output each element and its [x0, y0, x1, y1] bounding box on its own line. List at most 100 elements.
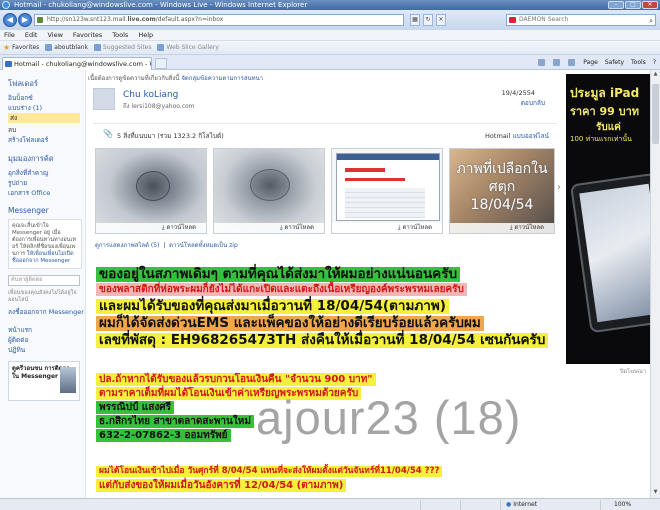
menu-tools[interactable]: Tools [112, 30, 128, 40]
security-zone[interactable]: Internet [506, 499, 537, 510]
compatibility-icon[interactable]: ▦ [410, 14, 420, 26]
help-icon[interactable]: ? [653, 57, 656, 68]
star-icon: ★ [3, 43, 11, 52]
message-date: 19/4/2554 [501, 89, 535, 97]
menu-bar: File Edit View Favorites Tools Help [0, 30, 660, 41]
forward-button[interactable]: ▶ [18, 13, 32, 27]
download-all-link[interactable]: ดาวน์โหลดทั้งหมดเป็น zip [169, 242, 238, 249]
favorite-suggested-sites[interactable]: Suggested Sites [94, 44, 151, 51]
watermark: ajour23 (18) [256, 391, 522, 444]
reply-button[interactable]: ตอบกลับ [521, 98, 545, 108]
promo-image [60, 367, 76, 393]
messenger-promo[interactable]: ดูครีวอนขน การติดตาใน Messenger [8, 361, 80, 401]
hotmail-icon [5, 61, 12, 67]
quick-view-office[interactable]: เอกสาร Office [8, 188, 85, 198]
favorite-aboutblank[interactable]: aboutblank [45, 44, 88, 51]
download-link[interactable]: ดาวน์โหลด [332, 223, 442, 233]
maximize-button[interactable]: □ [625, 1, 641, 9]
page-icon [157, 44, 165, 51]
status-bar: Internet 100% [0, 498, 660, 510]
menu-view[interactable]: View [47, 30, 62, 40]
quick-view-flagged[interactable]: อุกสิ่งที่สำคาญ [8, 168, 85, 178]
ad-line: ราคา 99 บาท [570, 105, 639, 118]
nav-contacts[interactable]: ผู้ติดต่อ [8, 335, 85, 345]
ad-line: ประมูล iPad [570, 86, 640, 100]
window-title-bar: Hotmail - chukoliang@windowslive.com - W… [0, 0, 660, 10]
folder-sent[interactable]: ส่ง [8, 113, 80, 123]
body-line: ปล.ถ้าหากได้รับของแล้วรบกวนโอนเงินคืน "จ… [96, 373, 376, 386]
attachment-thumb-4[interactable]: ภาพที่เปลือกใน ศตุก 18/04/54 ดาวน์โหลด [449, 148, 555, 234]
nav-calendar[interactable]: ปฏิทิน [8, 345, 85, 355]
vertical-scrollbar[interactable]: ▲ ▼ [650, 70, 660, 498]
recipient: ถึง lersi108@yahoo.com [123, 103, 195, 110]
tools-menu[interactable]: Tools [631, 57, 646, 68]
address-input[interactable]: http://sn123w.snt123.mail.live.com/defau… [34, 14, 404, 26]
conversation-notice: เนื้อต้องการดูข้อความที่เกี่ยวกับสิ่งนี้… [88, 75, 264, 82]
body-line: และผมได้รับของที่คุณส่งมาเมื่อวานที่ 18/… [96, 299, 449, 314]
zoom-level[interactable]: 100% [614, 499, 631, 510]
messenger-heading[interactable]: Messenger [8, 206, 85, 215]
safety-menu[interactable]: Safety [605, 57, 624, 68]
back-button[interactable]: ◀ [3, 13, 17, 27]
body-line: ของพลาสติกที่ห่อพระผมก็ยังไม่ได้แกะเปิดแ… [96, 283, 467, 296]
messenger-link[interactable]: ให้เพื่อนเพื่อนไม่เปิด [27, 251, 74, 257]
ad-line: รับแค่ [596, 122, 621, 133]
scroll-up-icon[interactable]: ▲ [652, 71, 659, 79]
contacts-note: เพื่อนของคุณยังคงไม่ได้อยู่ใจออนไลน์ [8, 290, 77, 303]
download-link[interactable]: ดาวน์โหลด [450, 223, 554, 233]
tab-hotmail[interactable]: Hotmail - chukoliang@windowslive.com - W… [2, 57, 152, 70]
menu-edit[interactable]: Edit [25, 30, 38, 40]
page-icon [45, 44, 53, 51]
page-menu[interactable]: Page [583, 57, 598, 68]
quick-view-photos[interactable]: รูปถ่าย [8, 178, 85, 188]
attachment-thumb-2[interactable]: ดาวน์โหลด [213, 148, 325, 234]
offline-link[interactable]: แบบออฟไลน์ [512, 132, 549, 140]
stop-icon[interactable]: ✕ [436, 14, 446, 26]
search-icon[interactable]: ⌕ [649, 16, 653, 26]
scroll-down-icon[interactable]: ▼ [652, 489, 659, 497]
new-folder-link[interactable]: สร้างโฟลเดอร์ [8, 135, 85, 145]
favorites-bar: ★ Favorites aboutblank Suggested Sites We… [0, 41, 660, 55]
search-provider-icon [509, 17, 516, 23]
group-by-conversation-link[interactable]: จัดกลุ่มข้อความตามการสนทนา [181, 75, 263, 82]
body-line: เลขที่พัสดุ : EH968265473TH ส่งคืนให้เมื… [96, 333, 549, 348]
favorites-button[interactable]: ★ Favorites [3, 43, 39, 52]
ad-close-link[interactable]: ปิดโฆษณา [620, 368, 646, 376]
body-line: ธ.กสิกรไทย สาขาตลาดสะพานใหม่ [96, 415, 254, 428]
body-line: แต่กับส่งของให้ผมเมื่อวันอังคารที่ 12/04… [96, 479, 347, 492]
menu-favorites[interactable]: Favorites [73, 30, 102, 40]
attachment-thumbnails: ดาวน์โหลด ดาวน์โหลด ดาวน์โหลด ภาพที่เปลื… [95, 148, 561, 234]
attachment-thumb-1[interactable]: ดาวน์โหลด [95, 148, 207, 234]
folders-heading[interactable]: โฟลเดอร์ [8, 78, 85, 90]
ie-icon [2, 1, 10, 9]
folder-deleted[interactable]: ลบ [8, 125, 85, 135]
favorite-web-slice-gallery[interactable]: Web Slice Gallery [157, 44, 219, 51]
minimize-button[interactable]: – [608, 1, 624, 9]
chevron-right-icon[interactable]: › [557, 182, 561, 193]
slideshow-link[interactable]: ดูการแสดงภาพสไลด์ (5) [95, 242, 159, 249]
attachment-thumb-3[interactable]: ดาวน์โหลด [331, 148, 443, 234]
messenger-signout-link[interactable]: ชื่อออกจาก Messenger [12, 258, 70, 264]
close-button[interactable]: ✕ [642, 1, 658, 9]
print-icon[interactable] [568, 57, 576, 68]
refresh-icon[interactable]: ↻ [423, 14, 433, 26]
ipad-advertisement[interactable]: ประมูล iPad ราคา 99 บาท รับแค่ 100 ท่านแ… [566, 74, 650, 364]
download-link[interactable]: ดาวน์โหลด [96, 223, 206, 233]
nav-home[interactable]: หน้าแรก [8, 325, 85, 335]
scrollbar-thumb[interactable] [652, 84, 659, 144]
menu-help[interactable]: Help [138, 30, 153, 40]
body-line: ผมได้โอนเงินเข้าไปเมื่อ วันศุกร์ที่ 8/04… [96, 466, 443, 477]
menu-file[interactable]: File [4, 30, 15, 40]
home-icon[interactable] [538, 57, 546, 68]
messenger-signout[interactable]: ลงชื่อออกจาก Messenger [8, 307, 85, 317]
photo-caption: ศตุก [488, 179, 516, 195]
sender-name[interactable]: Chu koLiang [123, 90, 178, 100]
contact-search-input[interactable]: ค้นหาผู้ติดต่อ [8, 275, 80, 286]
folder-drafts[interactable]: แบบร่าง (1) [8, 103, 85, 113]
quick-views-heading[interactable]: มุมมองการค้ด [8, 153, 85, 165]
download-link[interactable]: ดาวน์โหลด [214, 223, 324, 233]
search-input[interactable]: DAEMON Search ⌕ [506, 14, 656, 26]
folder-inbox[interactable]: อินบ็อกซ์ [8, 93, 85, 103]
feeds-icon[interactable] [553, 57, 561, 68]
new-tab-button[interactable] [155, 58, 167, 69]
